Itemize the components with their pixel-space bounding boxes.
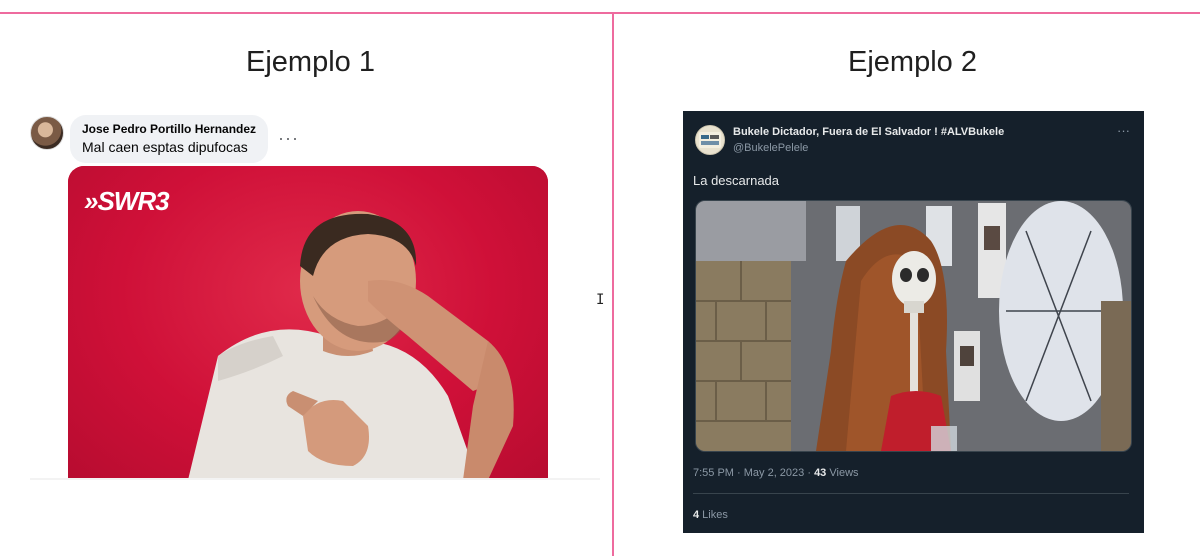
tweet-likes-label: Likes <box>699 509 728 521</box>
heading-example-2: Ejemplo 2 <box>848 46 977 78</box>
tweet-likes[interactable]: 4 Likes <box>693 509 728 521</box>
tweet-display-name[interactable]: Bukele Dictador, Fuera de El Salvador ! … <box>733 126 1004 138</box>
more-options-icon[interactable]: ··· <box>278 128 299 149</box>
tweet-image[interactable] <box>695 200 1132 452</box>
skeleton-figure-image <box>696 201 1131 451</box>
tweet-views-label: Views <box>826 467 859 479</box>
comment-text: Mal caen esptas dipufocas <box>82 139 248 155</box>
tweet-more-options-icon[interactable]: ··· <box>1117 123 1130 138</box>
comment-bubble: Jose Pedro Portillo Hernandez Mal caen e… <box>70 115 268 163</box>
tweet-divider <box>693 493 1129 494</box>
facepalm-person-image <box>188 211 514 480</box>
tweet-handle[interactable]: @BukelePelele <box>733 142 808 154</box>
gif-bottom-edge <box>30 478 600 480</box>
heading-example-1: Ejemplo 1 <box>246 46 375 78</box>
tweet-time[interactable]: 7:55 PM · May 2, 2023 · <box>693 467 814 479</box>
center-divider <box>612 12 614 556</box>
comment-gif[interactable]: »SWR3 <box>68 166 548 480</box>
avatar-graphic-icon <box>699 132 721 148</box>
tweet-metadata: 7:55 PM · May 2, 2023 · 43 Views <box>693 467 859 479</box>
text-cursor-icon: I <box>596 292 605 308</box>
tweet-avatar[interactable] <box>695 125 725 155</box>
commenter-avatar[interactable] <box>30 116 64 150</box>
tweet-views-count: 43 <box>814 467 827 479</box>
tweet-card: Bukele Dictador, Fuera de El Salvador ! … <box>683 111 1144 533</box>
commenter-name[interactable]: Jose Pedro Portillo Hernandez <box>82 122 256 136</box>
top-divider <box>0 12 1200 14</box>
tweet-text: La descarnada <box>693 173 780 188</box>
